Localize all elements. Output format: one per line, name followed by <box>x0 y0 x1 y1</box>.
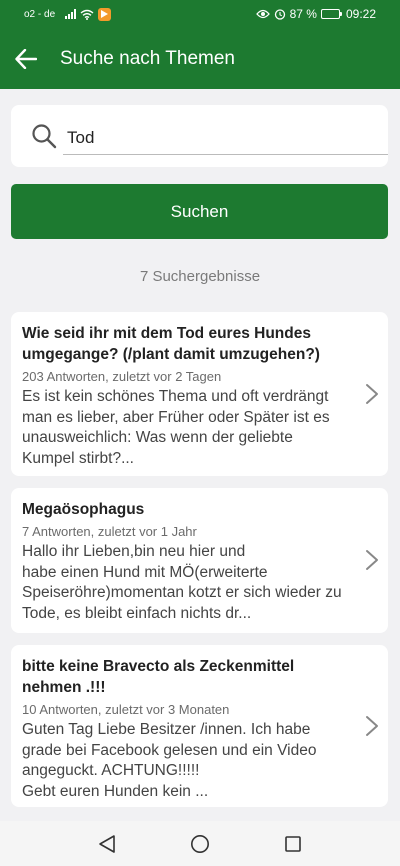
carrier-label: o2 - de <box>24 8 56 20</box>
chevron-right-icon <box>366 716 378 736</box>
result-card[interactable]: Wie seid ihr mit dem Tod eures Hundes um… <box>11 312 388 476</box>
search-input[interactable] <box>63 121 388 155</box>
back-button[interactable] <box>0 33 52 85</box>
result-meta: 203 Antworten, zuletzt vor 2 Tagen <box>22 369 222 384</box>
alarm-icon <box>274 9 285 20</box>
battery-icon <box>320 9 342 19</box>
nav-recents-button[interactable] <box>278 829 308 859</box>
status-right: 87 % 09:22 <box>255 7 376 21</box>
results-count: 7 Suchergebnisse <box>139 268 261 285</box>
result-card[interactable]: Megaösophagus 7 Antworten, zuletzt vor 1… <box>11 488 388 633</box>
result-meta: 7 Antworten, zuletzt vor 1 Jahr <box>22 524 197 539</box>
result-meta: 10 Antworten, zuletzt vor 3 Monaten <box>22 702 230 717</box>
result-snippet: Es ist kein schönes Thema und oft verdrä… <box>22 388 330 467</box>
play-notification-icon <box>98 7 112 21</box>
square-recents-icon <box>285 835 302 852</box>
system-nav-bar <box>0 821 400 866</box>
nav-back-button[interactable] <box>92 829 122 859</box>
result-card[interactable]: bitte keine Bravecto als Zeckenmittel ne… <box>11 645 388 807</box>
result-snippet: Hallo ihr Lieben,bin neu hier und habe e… <box>22 543 342 622</box>
arrow-back-icon <box>15 48 37 69</box>
chevron-right-icon <box>366 550 378 570</box>
chevron-right-icon <box>366 384 378 404</box>
battery-percent: 87 % <box>289 7 317 21</box>
search-button[interactable]: Suchen <box>11 184 388 239</box>
result-title: Wie seid ihr mit dem Tod eures Hundes um… <box>22 325 320 363</box>
status-bar: o2 - de 87 % 09:22 <box>0 0 400 28</box>
status-left: o2 - de <box>24 7 112 21</box>
clock: 09:22 <box>345 7 376 21</box>
wifi-icon <box>80 9 94 20</box>
search-icon <box>32 124 57 149</box>
result-snippet: Guten Tag Liebe Besitzer /innen. Ich hab… <box>22 721 317 800</box>
triangle-back-icon <box>98 834 115 853</box>
app-bar: Suche nach Themen <box>0 28 400 89</box>
eye-icon <box>255 9 270 19</box>
circle-home-icon <box>190 834 209 853</box>
search-card <box>11 105 388 167</box>
result-title: Megaösophagus <box>22 501 145 518</box>
nav-home-button[interactable] <box>185 829 215 859</box>
signal-icon <box>65 9 77 19</box>
result-title: bitte keine Bravecto als Zeckenmittel ne… <box>22 658 295 696</box>
top-app-bar: o2 - de 87 % 09:22 Suche nach Themen <box>0 0 400 89</box>
page-title: Suche nach Themen <box>60 47 235 69</box>
